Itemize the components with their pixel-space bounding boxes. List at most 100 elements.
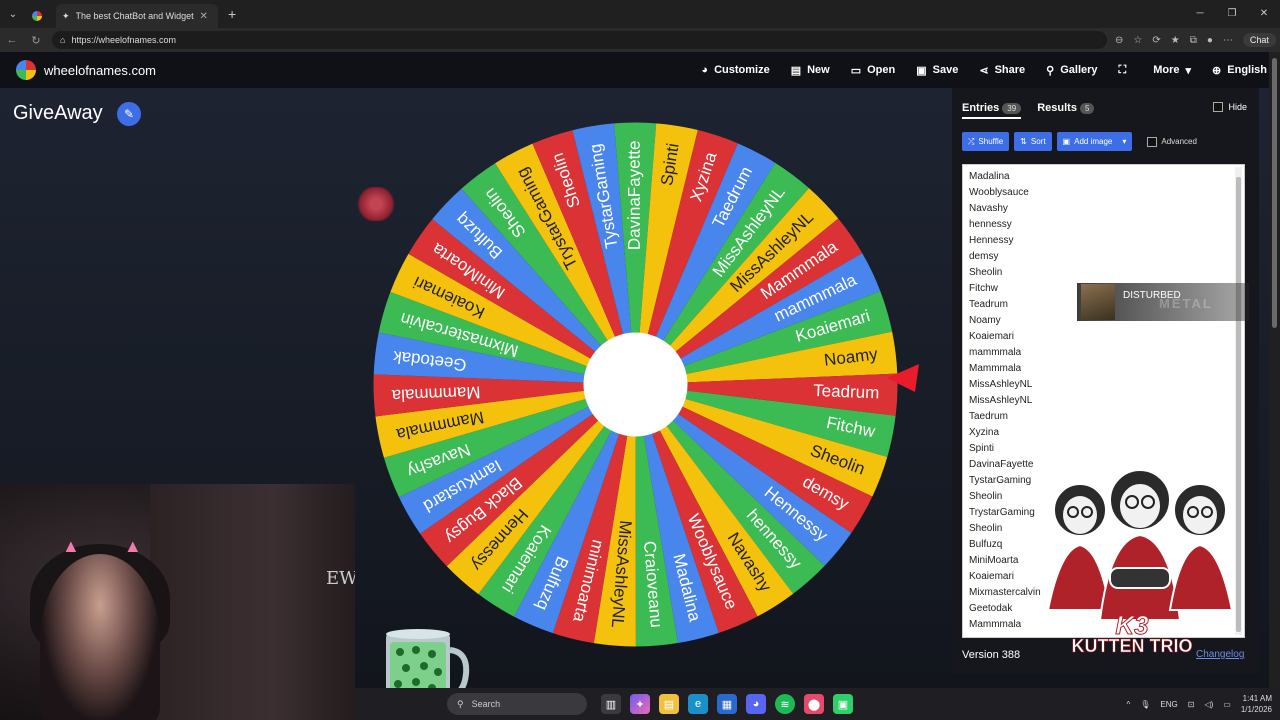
entry-line[interactable]: mammmala xyxy=(969,345,1238,361)
streaming-app-icon[interactable]: ▣ xyxy=(833,694,853,714)
taskbar-search[interactable]: ⚲ Search xyxy=(447,693,587,715)
menu-item-label: New xyxy=(807,64,830,76)
menu-item-more[interactable]: More ▾ xyxy=(1153,64,1191,77)
menu-item-label: Open xyxy=(867,64,896,76)
menu-item-new[interactable]: ▤ New xyxy=(791,64,830,77)
menu-item-label: Share xyxy=(994,64,1026,76)
new-tab-icon[interactable]: + xyxy=(228,6,236,22)
site-logo-icon[interactable] xyxy=(16,60,36,80)
reader-icon[interactable]: ⊖ xyxy=(1115,35,1123,46)
entry-line[interactable]: demsy xyxy=(969,249,1238,265)
tab-active[interactable]: ✦ The best ChatBot and Widgets for ✕ xyxy=(56,4,218,28)
menu-item-save[interactable]: ▣ Save xyxy=(916,64,958,77)
language-indicator[interactable]: ENG xyxy=(1160,700,1177,709)
volume-icon[interactable]: ◁) xyxy=(1204,700,1213,709)
globe-icon: ⊕ xyxy=(1212,64,1222,77)
tab-inactive[interactable] xyxy=(26,4,56,28)
microphone-icon[interactable]: 🎙 xyxy=(1140,700,1150,709)
refresh-icon[interactable]: ↻ xyxy=(24,34,48,47)
entry-line[interactable]: MissAshleyNL xyxy=(969,377,1238,393)
share-icon: ⋖ xyxy=(979,64,989,77)
wheel-segment-label: Teadrum xyxy=(813,381,880,403)
tab-close-icon[interactable]: ✕ xyxy=(200,11,208,22)
sort-button[interactable]: ⇅ Sort xyxy=(1014,132,1052,151)
browser-tab-bar: ⌄ ✦ The best ChatBot and Widgets for ✕ +… xyxy=(0,0,1280,28)
copilot-chat-button[interactable]: Chat xyxy=(1242,33,1276,47)
menu-item-gallery[interactable]: ⚲ Gallery xyxy=(1046,64,1097,77)
tray-overflow-chevron-icon[interactable]: ^ xyxy=(1127,700,1131,709)
entry-line[interactable]: Wooblysauce xyxy=(969,185,1238,201)
entry-line[interactable]: Mammmala xyxy=(969,361,1238,377)
favorites-icon[interactable]: ★ xyxy=(1171,35,1180,46)
results-count-badge: 5 xyxy=(1079,103,1095,114)
tab-title: The best ChatBot and Widgets for xyxy=(75,11,194,21)
entry-line[interactable]: Sheolin xyxy=(969,265,1238,281)
menu-item-label: Customize xyxy=(714,64,770,76)
advanced-checkbox-box[interactable] xyxy=(1147,136,1158,147)
advanced-checkbox[interactable]: Advanced xyxy=(1147,136,1197,147)
menu-item-open[interactable]: ▭ Open xyxy=(851,64,896,77)
wheel-pointer-icon xyxy=(887,364,919,392)
entry-line[interactable]: Koaiemari xyxy=(969,329,1238,345)
streamer xyxy=(40,554,160,720)
page-scrollbar[interactable] xyxy=(1269,52,1280,688)
file-icon: ▤ xyxy=(790,64,802,77)
copilot-app-icon[interactable]: ✦ xyxy=(630,694,650,714)
shuffle-button[interactable]: ⤮ Shuffle xyxy=(962,132,1010,151)
hide-checkbox-box[interactable] xyxy=(1213,102,1224,112)
favorite-star-icon[interactable]: ☆ xyxy=(1133,35,1142,46)
name-wheel[interactable]: FitchwSheolindemsyHennessyhennessyNavash… xyxy=(373,122,898,647)
add-image-button[interactable]: ▣ Add image ▾ xyxy=(1056,132,1133,151)
more-menu-icon[interactable]: ⋯ xyxy=(1223,35,1233,46)
site-info-icon[interactable]: ⌂ xyxy=(60,35,65,45)
search-icon: ⚲ xyxy=(457,698,464,709)
tab-entries[interactable]: Entries 39 xyxy=(962,102,1022,119)
site-brand[interactable]: wheelofnames.com xyxy=(44,63,156,78)
back-icon[interactable]: ← xyxy=(0,34,24,46)
store-icon[interactable]: ▦ xyxy=(717,694,737,714)
wheel-favicon-icon xyxy=(32,11,42,21)
menu-item-share[interactable]: ⋖ Share xyxy=(979,64,1025,77)
restore-icon[interactable]: ❐ xyxy=(1216,0,1248,28)
clock[interactable]: 1:41 AM 1/1/2026 xyxy=(1241,693,1272,715)
task-view-icon[interactable]: ▥ xyxy=(601,694,621,714)
page-scrollbar-thumb[interactable] xyxy=(1272,58,1277,328)
hide-checkbox[interactable]: Hide xyxy=(1213,102,1247,112)
cat-ears-icon: ▲▲ xyxy=(62,536,186,556)
edit-title-pencil-icon[interactable]: ✎ xyxy=(117,102,141,126)
system-tray: ^ 🎙 ENG ⊡ ◁) ▭ 1:41 AM 1/1/2026 xyxy=(1127,688,1273,720)
menu-item-english[interactable]: ⊕ English xyxy=(1212,64,1267,77)
entries-count-badge: 39 xyxy=(1002,103,1022,114)
entry-line[interactable]: Madalina xyxy=(969,169,1238,185)
image-icon: ▣ xyxy=(1062,137,1071,146)
webcam-overlay: ▲▲ EW. xyxy=(0,484,355,720)
tab-actions-chevron-icon[interactable]: ⌄ xyxy=(0,0,26,28)
collections-icon[interactable]: ⧉ xyxy=(1190,35,1197,46)
file-explorer-icon[interactable]: ▤ xyxy=(659,694,679,714)
close-window-icon[interactable]: ✕ xyxy=(1248,0,1280,28)
url-field[interactable]: ⌂ https://wheelofnames.com xyxy=(52,31,1107,49)
entry-line[interactable]: Spinti xyxy=(969,441,1238,457)
profile-avatar-icon[interactable]: ● xyxy=(1207,35,1213,46)
tab-results[interactable]: Results 5 xyxy=(1037,102,1095,119)
entry-line[interactable]: hennessy xyxy=(969,217,1238,233)
menu-item-customize[interactable]: ◕ Customize xyxy=(701,64,769,76)
edge-icon[interactable]: e xyxy=(688,694,708,714)
entry-line[interactable]: Navashy xyxy=(969,201,1238,217)
discord-icon[interactable]: ◕ xyxy=(746,694,766,714)
menu-item-fullscreen[interactable]: ⛶ xyxy=(1119,64,1133,77)
maps-pin-icon[interactable]: ⬤ xyxy=(804,694,824,714)
network-icon[interactable]: ⊡ xyxy=(1188,700,1195,709)
minimize-icon[interactable]: ─ xyxy=(1184,0,1216,28)
windows-taskbar: ⚲ Search ▥ ✦ ▤ e ▦ ◕ ≋ ⬤ ▣ ^ 🎙 ENG ⊡ ◁) … xyxy=(355,688,1280,720)
folder-icon: ▭ xyxy=(850,64,862,77)
extension-icon[interactable]: ⟳ xyxy=(1152,35,1160,46)
entry-line[interactable]: MissAshleyNL xyxy=(969,393,1238,409)
now-playing-sub: METAL xyxy=(1159,296,1213,311)
spotify-icon[interactable]: ≋ xyxy=(775,694,795,714)
battery-icon[interactable]: ▭ xyxy=(1223,700,1231,709)
entry-line[interactable]: Hennessy xyxy=(969,233,1238,249)
entry-line[interactable]: Xyzina xyxy=(969,425,1238,441)
entry-line[interactable]: Taedrum xyxy=(969,409,1238,425)
wheel-center[interactable] xyxy=(583,332,688,437)
